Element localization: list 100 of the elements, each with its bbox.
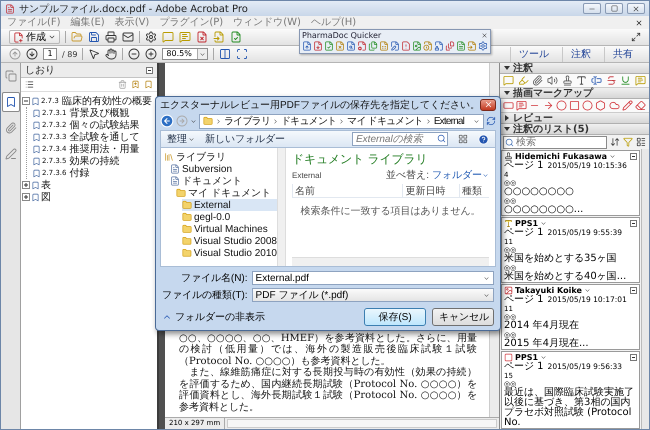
folder-tree-item[interactable]: External <box>182 199 277 211</box>
bookmark-title[interactable]: 背景及び概観 <box>70 106 130 120</box>
caret-icon[interactable] <box>540 354 548 360</box>
pencil-icon[interactable] <box>622 100 633 111</box>
close-button[interactable] <box>480 98 496 110</box>
collapse-icon[interactable] <box>630 220 637 226</box>
menu-item[interactable]: ファイル(F) <box>7 16 61 28</box>
search-field[interactable]: 検索 <box>503 136 607 148</box>
strikethrough-icon[interactable] <box>606 75 617 86</box>
arrow-icon[interactable] <box>542 100 554 111</box>
file-type-dropdown[interactable]: PDF ファイル (*.pdf) <box>252 288 494 302</box>
settings-icon[interactable] <box>145 31 157 43</box>
speaker-icon[interactable] <box>546 75 558 86</box>
folder-tree-item[interactable]: gegl-0.0 <box>182 211 277 223</box>
dialog-button[interactable]: 保存(S) <box>364 308 426 326</box>
settings-icon[interactable] <box>478 41 488 51</box>
file-check-icon[interactable] <box>324 41 334 51</box>
back-button[interactable] <box>160 114 174 128</box>
expand-icon[interactable] <box>631 32 641 42</box>
bookmark-title[interactable]: 図 <box>41 190 51 204</box>
hide-folders-button[interactable]: フォルダーの非表示 <box>162 310 265 324</box>
files-icon[interactable] <box>368 41 378 51</box>
bookmark-title[interactable]: 個々の試験結果 <box>70 118 140 132</box>
collapse-icon[interactable] <box>146 66 153 74</box>
fit-width-icon[interactable] <box>236 48 248 60</box>
file-input-icon[interactable] <box>467 41 477 51</box>
breadcrumb[interactable]: ライブラリ <box>224 114 270 128</box>
section-header[interactable]: 注釈 <box>500 63 649 74</box>
bookmark-title[interactable]: 推奨用法・用量 <box>70 142 140 156</box>
collapse-icon[interactable] <box>630 286 637 294</box>
navigation-tab[interactable] <box>2 92 20 112</box>
section-header[interactable]: レビュー <box>500 113 649 124</box>
options-icon[interactable] <box>636 137 646 147</box>
hand-icon[interactable] <box>105 48 118 60</box>
file-x-icon[interactable] <box>335 41 345 51</box>
new-bookmark-icon[interactable] <box>131 80 140 89</box>
delete-icon[interactable] <box>118 80 127 89</box>
folder-tree-item[interactable]: Visual Studio 2008 <box>182 235 277 247</box>
file-input-icon[interactable] <box>213 31 225 43</box>
previous-page-icon[interactable] <box>9 48 21 60</box>
new-folder-button[interactable]: 新しいフォルダー <box>205 132 285 146</box>
menu-item[interactable]: 表示(V) <box>114 16 150 28</box>
mail-icon[interactable] <box>122 31 134 43</box>
text-box-icon[interactable] <box>503 100 514 111</box>
dropdown-button[interactable] <box>197 49 208 59</box>
bookmark-title[interactable]: 全試験を通して <box>70 130 140 144</box>
column-header[interactable]: 更新日時 <box>402 184 460 198</box>
collapse-icon[interactable] <box>630 354 637 360</box>
bookmark-title[interactable]: 表 <box>41 178 51 192</box>
folder-tree-item[interactable]: ドキュメント <box>170 175 277 187</box>
menu-item[interactable]: ヘルプ(H) <box>310 16 356 28</box>
collapse-icon[interactable] <box>630 152 637 160</box>
file-name-field[interactable]: External.pdf <box>252 271 494 285</box>
close-icon[interactable] <box>635 18 643 26</box>
caret-icon[interactable] <box>190 118 197 124</box>
organize-button[interactable]: 整理 <box>167 132 195 146</box>
cloud-icon[interactable] <box>608 100 620 111</box>
bookmark-icon[interactable] <box>144 80 153 89</box>
pane-button[interactable]: 共有 <box>604 46 641 62</box>
caret-icon[interactable] <box>609 152 616 160</box>
file-image-icon[interactable] <box>412 41 422 51</box>
column-header[interactable]: 名前 <box>292 184 402 198</box>
section-header[interactable]: 描画マークアップ <box>500 88 649 99</box>
file-gear-icon[interactable] <box>357 41 367 51</box>
text-icon[interactable] <box>576 75 588 86</box>
bookmark-title[interactable]: 臨床的有効性の概要 <box>62 94 152 108</box>
next-page-icon[interactable] <box>26 48 38 60</box>
file-stack-icon[interactable] <box>445 41 455 51</box>
caret-icon[interactable] <box>584 286 591 294</box>
options-icon[interactable] <box>25 80 34 89</box>
refresh-button[interactable] <box>486 116 496 126</box>
zoom-in-icon[interactable] <box>145 48 158 60</box>
fit-page-icon[interactable] <box>219 48 232 60</box>
file-clock-icon[interactable] <box>423 41 433 51</box>
breadcrumb[interactable]: ドキュメント <box>281 114 336 128</box>
menu-item[interactable]: プラグイン(P) <box>159 16 224 28</box>
zoom-out-icon[interactable] <box>128 48 140 60</box>
file-pen-icon[interactable] <box>390 41 400 51</box>
sort-icon[interactable] <box>610 137 620 147</box>
menu-item[interactable]: 編集(E) <box>70 16 105 28</box>
bookmark-title[interactable]: 効果の持続 <box>70 154 120 168</box>
folder-tree-item[interactable]: Visual Studio 2010 <box>182 247 277 259</box>
zoom-field[interactable]: 80.5% <box>162 48 208 60</box>
pane-button[interactable]: 注釈 <box>562 46 599 62</box>
collapse-icon[interactable] <box>22 97 30 105</box>
file-x-icon[interactable] <box>196 31 208 43</box>
expand-icon[interactable] <box>22 193 30 201</box>
folder-tree-item[interactable]: マイ ドキュメント <box>176 187 277 199</box>
column-header[interactable]: 種類 <box>459 184 489 198</box>
help-icon[interactable] <box>478 134 489 144</box>
address-bar[interactable]: ライブラリ ドキュメント マイ ドキュメント External <box>199 114 484 128</box>
caret-icon[interactable] <box>540 220 548 226</box>
maximize-button[interactable] <box>605 3 623 14</box>
circle-icon[interactable] <box>556 100 567 111</box>
print-icon[interactable] <box>105 31 117 43</box>
oval-icon[interactable] <box>582 100 594 111</box>
file-arrow-up-icon[interactable] <box>302 41 312 51</box>
minimize-button[interactable] <box>583 3 601 14</box>
breadcrumb[interactable]: マイ ドキュメント <box>347 114 423 128</box>
underline-icon[interactable] <box>620 75 632 86</box>
